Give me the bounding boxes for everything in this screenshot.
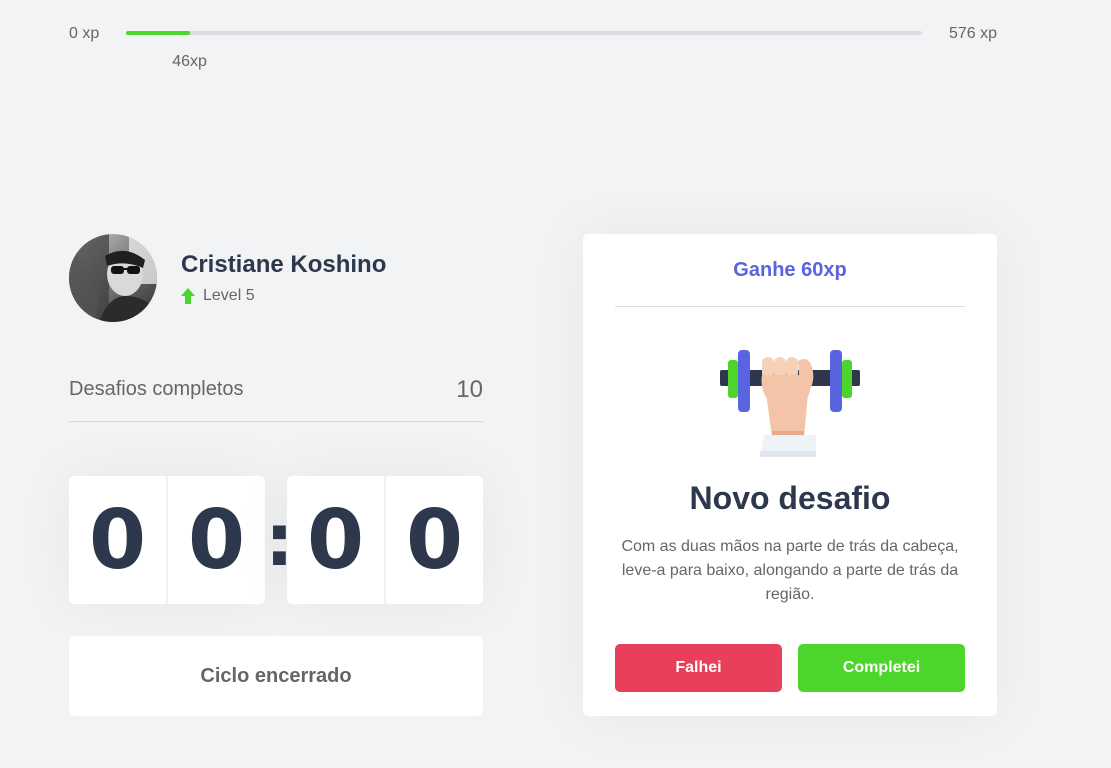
experience-fill bbox=[126, 31, 190, 35]
completed-challenges-count: 10 bbox=[456, 376, 483, 403]
countdown-separator: : bbox=[265, 498, 294, 582]
app: 0 xp 46xp 576 xp Cristiane Koshino Level… bbox=[0, 0, 1111, 768]
experience-current-label: 46xp bbox=[172, 53, 207, 70]
challenge-xp-header: Ganhe 60xp bbox=[615, 234, 965, 307]
profile-name: Cristiane Koshino bbox=[181, 251, 387, 278]
completed-challenges: Desafios completos 10 bbox=[69, 370, 483, 422]
experience-max-label: 576 xp bbox=[948, 25, 997, 42]
minute-digit-right: 0 bbox=[167, 476, 265, 604]
challenge-box: Ganhe 60xp Novo desafio Com as duas mãos bbox=[583, 234, 997, 716]
experience-bar: 0 xp 46xp 576 xp bbox=[69, 22, 997, 70]
profile: Cristiane Koshino Level 5 bbox=[69, 234, 483, 322]
countdown-seconds: 0 0 bbox=[287, 476, 483, 604]
second-digit-left: 0 bbox=[287, 476, 385, 604]
challenge-title: Novo desafio bbox=[689, 480, 891, 516]
profile-level-label: Level 5 bbox=[203, 287, 255, 304]
failed-button[interactable]: Falhei bbox=[615, 644, 782, 692]
avatar bbox=[69, 234, 157, 322]
minute-digit-left: 0 bbox=[69, 476, 167, 604]
level-up-arrow-icon bbox=[181, 288, 195, 304]
experience-min-label: 0 xp bbox=[69, 25, 100, 42]
dumbbell-icon bbox=[720, 350, 860, 457]
completed-button[interactable]: Completei bbox=[798, 644, 965, 692]
challenge-description: Com as duas mãos na parte de trás da cab… bbox=[621, 538, 959, 603]
profile-info: Cristiane Koshino Level 5 bbox=[181, 251, 386, 305]
countdown: 0 0 : 0 0 bbox=[69, 476, 483, 604]
completed-challenges-label: Desafios completos bbox=[69, 378, 244, 400]
countdown-minutes: 0 0 bbox=[69, 476, 265, 604]
profile-level: Level 5 bbox=[181, 287, 386, 305]
cycle-finished-button[interactable]: Ciclo encerrado bbox=[69, 636, 483, 716]
second-digit-right: 0 bbox=[385, 476, 483, 604]
challenge-actions: Falhei Completei bbox=[615, 644, 965, 692]
experience-track: 46xp bbox=[126, 31, 922, 70]
